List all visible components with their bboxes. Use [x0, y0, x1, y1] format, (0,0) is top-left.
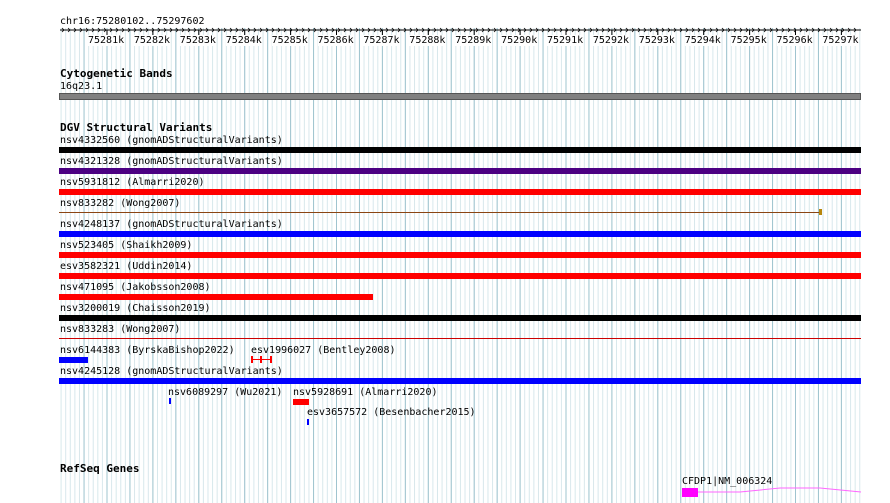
gene-model[interactable] [680, 486, 880, 500]
dgv-feature-bar[interactable] [59, 378, 861, 384]
dgv-feature-label: nsv6144383 (ByrskaBishop2022) [60, 345, 235, 356]
dgv-feature-bar[interactable] [59, 147, 861, 153]
dgv-feature-label: nsv3200019 (Chaisson2019) [60, 303, 211, 314]
ruler-tick-label: 75291k [547, 35, 584, 46]
dgv-feature-label: nsv471095 (Jakobsson2008) [60, 282, 211, 293]
region-location: chr16:75280102..75297602 [60, 16, 205, 27]
ruler-tick-label: 75282k [133, 35, 171, 46]
dgv-feature-line[interactable] [59, 338, 861, 339]
dgv-feature-label: nsv5931812 (Almarri2020) [60, 177, 205, 188]
dgv-feature-label: nsv4245128 (gnomADStructuralVariants) [60, 366, 283, 377]
cytoband-track-title: Cytogenetic Bands [60, 67, 173, 80]
ruler-tick-label: 75286k [317, 35, 354, 46]
dgv-feature-label: nsv5928691 (Almarri2020) [293, 387, 438, 398]
cytoband-bar[interactable] [59, 93, 861, 100]
ruler-tick-label: 75295k [730, 35, 767, 46]
dgv-feature-label: nsv4332560 (gnomADStructuralVariants) [60, 135, 283, 146]
dgv-feature-line[interactable] [59, 212, 821, 213]
ruler-tick-label: 75281k [88, 35, 125, 46]
ruler-tick-label: 75294k [684, 35, 721, 46]
ruler-tick-label: 75285k [271, 35, 308, 46]
dgv-feature-label: nsv833283 (Wong2007) [60, 324, 181, 335]
ruler-tick-label: 75283k [179, 35, 216, 46]
dgv-feature-label: nsv6089297 (Wu2021) [168, 387, 283, 398]
ruler-tick-label: 75289k [455, 35, 492, 46]
dgv-feature-label: esv3657572 (Besenbacher2015) [307, 407, 476, 418]
gene-intron-line [698, 487, 862, 493]
dgv-feature-bar[interactable] [59, 252, 861, 258]
dgv-feature-label: nsv523405 (Shaikh2009) [60, 240, 193, 251]
ruler-tick-label: 75292k [592, 35, 630, 46]
gene-exon [682, 488, 698, 497]
dgv-feature-bar[interactable] [59, 294, 373, 300]
dgv-feature-bar[interactable] [59, 357, 88, 363]
dgv-feature-label: nsv4321328 (gnomADStructuralVariants) [60, 156, 283, 167]
dgv-feature-bar[interactable] [59, 189, 861, 195]
cytoband-label: 16q23.1 [60, 81, 103, 92]
dgv-feature-label: esv3582321 (Uddin2014) [60, 261, 193, 272]
ruler-tick-label: 75288k [409, 35, 446, 46]
dgv-feature-span[interactable] [251, 356, 272, 363]
dgv-feature-label: esv1996027 (Bentley2008) [251, 345, 396, 356]
ruler-tick-label: 75290k [501, 35, 538, 46]
dgv-feature-label: nsv833282 (Wong2007) [60, 198, 181, 209]
genome-browser-view: chr16:75280102..75297602 75281k 75282k 752… [0, 0, 890, 503]
ruler-tick-label: 75287k [363, 35, 400, 46]
ruler-tick-label: 75293k [638, 35, 675, 46]
dgv-feature-tick[interactable] [169, 398, 171, 404]
dgv-feature-end-tick [819, 209, 822, 215]
dgv-feature-label: nsv4248137 (gnomADStructuralVariants) [60, 219, 283, 230]
dgv-feature-bar[interactable] [293, 399, 309, 405]
ruler-tick-label: 75297k [822, 35, 859, 46]
dgv-feature-tick[interactable] [307, 419, 309, 425]
dgv-feature-bar[interactable] [59, 231, 861, 237]
refseq-track-title: RefSeq Genes [60, 462, 140, 475]
dgv-track-title: DGV Structural Variants [60, 121, 213, 134]
ruler-tick-label: 75284k [225, 35, 262, 46]
ruler-tick-label: 75296k [776, 35, 813, 46]
dgv-feature-bar[interactable] [59, 273, 861, 279]
dgv-feature-bar[interactable] [59, 168, 861, 174]
dgv-feature-bar[interactable] [59, 315, 861, 321]
